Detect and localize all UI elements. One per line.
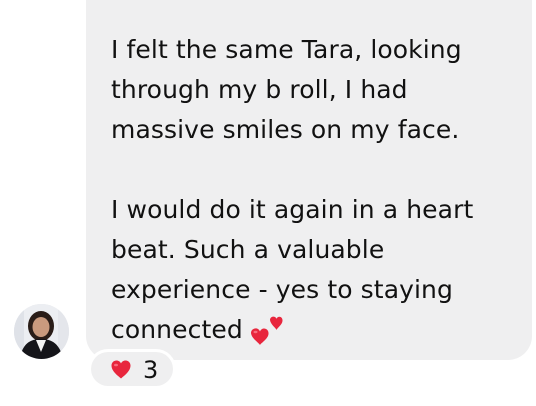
message-line: connected	[111, 315, 243, 344]
message-text: I felt the same Tara, looking through my…	[111, 30, 521, 350]
reaction-pill: 3	[91, 352, 173, 386]
avatar[interactable]	[14, 304, 69, 359]
message-line: I would do it again in a heart	[111, 195, 474, 224]
avatar-photo	[14, 304, 69, 359]
comment-thread: I felt the same Tara, looking through my…	[0, 0, 536, 406]
message-line: beat. Such a valuable	[111, 235, 385, 264]
message-line: massive smiles on my face.	[111, 115, 460, 144]
message-line-last: connected	[111, 310, 521, 350]
reaction-count: 3	[143, 356, 159, 384]
reaction-badge[interactable]: 3	[89, 350, 175, 388]
message-line: I felt the same Tara, looking	[111, 35, 462, 64]
message-bubble: I felt the same Tara, looking through my…	[86, 0, 532, 360]
red-heart-icon	[111, 360, 131, 379]
message-line: through my b roll, I had	[111, 75, 408, 104]
message-line: experience - yes to staying	[111, 275, 453, 304]
two-hearts-icon	[249, 312, 283, 346]
message-line	[111, 150, 521, 190]
